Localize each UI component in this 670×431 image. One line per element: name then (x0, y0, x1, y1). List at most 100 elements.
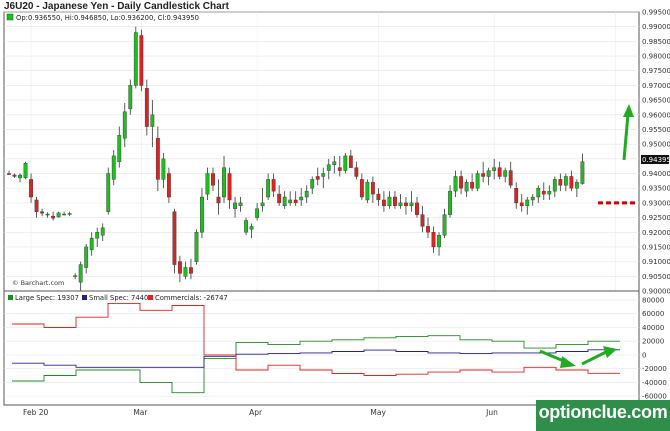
candle-up (453, 176, 458, 192)
candle-up (67, 213, 72, 215)
candle-up (552, 179, 557, 192)
candle-up (117, 135, 122, 162)
candle-up (122, 111, 127, 139)
candle-up (205, 173, 210, 195)
cot-y-tick: -40000 (642, 379, 667, 387)
price-y-tick: 0.975000 (642, 67, 670, 75)
candle-down (354, 167, 359, 177)
candle-down (431, 232, 436, 248)
candle-up (574, 182, 579, 189)
price-y-tick: 0.965000 (642, 97, 670, 105)
candle-up (332, 161, 337, 165)
price-y-tick: 0.925000 (642, 214, 670, 222)
x-tick-label: Jun (485, 408, 498, 417)
candle-up (128, 85, 133, 110)
candle-up (475, 173, 480, 189)
candle-down (393, 196, 397, 207)
candle-down (519, 202, 524, 207)
candle-up (387, 196, 392, 207)
candle-up (45, 213, 50, 216)
candle-up (492, 167, 497, 171)
candle-down (359, 179, 364, 198)
price-y-tick: 0.935000 (642, 185, 670, 193)
watermark: © Barchart.com (12, 279, 64, 287)
candle-up (161, 158, 166, 180)
candle-up (536, 188, 541, 198)
candle-down (51, 215, 56, 219)
candle-down (470, 182, 475, 189)
candle-up (249, 226, 254, 230)
candle-down (227, 173, 232, 201)
candle-down (481, 173, 486, 177)
candle-up (365, 182, 370, 201)
price-y-tick: 0.950000 (642, 141, 670, 149)
candle-up (326, 164, 331, 171)
candle-down (348, 155, 353, 168)
candle-down (178, 261, 182, 274)
small-spec-label: Small Spec: 7440 (89, 294, 148, 302)
candle-up (437, 234, 441, 248)
candle-up (194, 232, 199, 262)
candle-up (442, 214, 447, 236)
candle-up (84, 246, 89, 268)
price-y-tick: 0.900000 (642, 288, 670, 296)
candle-up (100, 227, 105, 236)
price-y-tick: 0.995000 (642, 9, 670, 17)
candle-up (409, 202, 414, 207)
candle-up (448, 190, 452, 215)
candle-down (497, 167, 502, 177)
candle-down (569, 176, 574, 189)
candle-up (282, 196, 287, 207)
candle-up (547, 190, 552, 195)
commercials-swatch (148, 295, 153, 300)
last-price-label: 0.943950 (642, 156, 670, 164)
candle-up (133, 32, 138, 86)
cot-y-tick: 80000 (642, 297, 664, 305)
price-legend-text: Op:0.936550, Hi:0.946850, Lo:0.936200, C… (16, 14, 199, 22)
candle-up (398, 202, 403, 207)
candle-up (255, 208, 260, 218)
candle-up (486, 170, 491, 177)
candle-up (244, 220, 248, 233)
candle-down (40, 211, 44, 214)
cot-y-tick: -20000 (642, 365, 667, 373)
candle-up (299, 196, 304, 201)
x-axis: Feb 20MarAprMayJunJul (23, 408, 616, 417)
candle-down (514, 188, 519, 204)
candle-up (78, 264, 83, 283)
candle-up (183, 267, 188, 277)
candle-up (73, 275, 78, 277)
candle-down (29, 179, 33, 198)
candle-down (541, 190, 546, 195)
x-tick-label: May (370, 408, 386, 417)
candle-up (23, 163, 28, 179)
candle-down (189, 267, 193, 274)
cot-y-axis: 800006000040000200000-20000-40000-60000 (642, 297, 667, 401)
candle-up (111, 155, 116, 180)
candle-down (370, 182, 375, 195)
candle-up (503, 170, 508, 177)
candle-up (222, 167, 226, 198)
candle-down (34, 199, 39, 212)
cot-y-tick: 60000 (642, 310, 664, 318)
candle-up (321, 173, 326, 177)
candle-down (172, 211, 177, 265)
candle-up (233, 202, 237, 209)
price-y-tick: 0.930000 (642, 199, 670, 207)
candle-up (56, 212, 61, 218)
candle-down (155, 138, 160, 180)
price-y-tick: 0.915000 (642, 243, 670, 251)
price-y-tick: 0.980000 (642, 53, 670, 61)
candle-down (293, 199, 298, 204)
candle-down (216, 196, 221, 204)
candle-down (12, 174, 17, 177)
candle-down (459, 176, 463, 189)
x-tick-label: Feb 20 (23, 408, 48, 417)
candle-down (7, 173, 11, 175)
candle-down (139, 35, 144, 86)
price-y-axis: 0.900000 0.905000 0.910000 0.915000 0.920000… (642, 9, 670, 296)
price-y-tick: 0.910000 (642, 258, 670, 266)
price-y-tick: 0.920000 (642, 229, 670, 237)
price-panel (3, 11, 640, 292)
large-spec-swatch (8, 295, 13, 300)
